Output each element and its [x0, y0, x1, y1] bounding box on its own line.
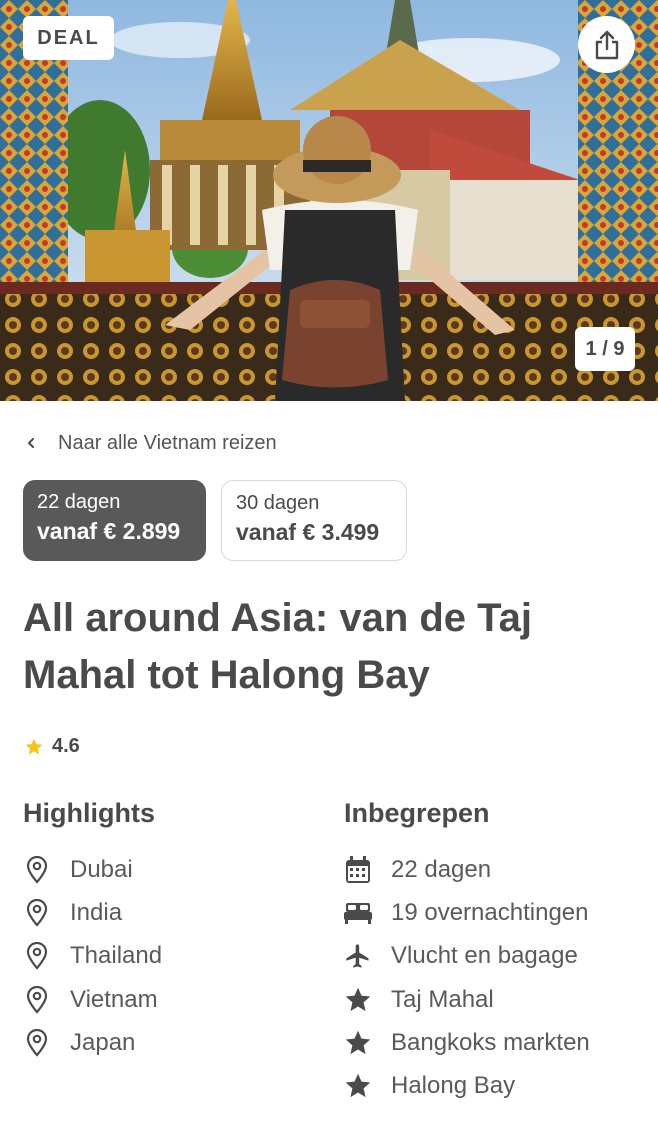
included-label: Taj Mahal [391, 985, 494, 1013]
back-link-label: Naar alle Vietnam reizen [58, 431, 277, 454]
share-icon [595, 30, 618, 59]
duration-option-22[interactable]: 22 dagen vanaf € 2.899 [23, 480, 206, 561]
included-label: Bangkoks markten [391, 1028, 590, 1056]
list-item: Vietnam [23, 978, 323, 1021]
location-pin-icon [23, 985, 51, 1014]
option-days: 30 dagen [236, 492, 320, 514]
included-label: Halong Bay [391, 1072, 516, 1100]
rating-value: 4.6 [52, 735, 80, 757]
list-item: Thailand [23, 935, 323, 978]
page-title: All around Asia: van de Taj Mahal tot Ha… [23, 596, 532, 697]
hero-image[interactable]: DEAL 1 / 9 [0, 0, 658, 401]
list-item: India [23, 891, 323, 934]
option-price: vanaf € 3.499 [236, 519, 380, 545]
location-pin-icon [23, 942, 51, 970]
location-pin-icon [23, 1028, 51, 1057]
highlights-section: Highlights Dubai India Thailand Vietnam … [23, 795, 323, 1064]
highlight-label: India [70, 898, 123, 926]
list-item: Halong Bay [344, 1064, 644, 1107]
chevron-left-icon [28, 438, 34, 448]
highlights-heading: Highlights [23, 798, 155, 828]
list-item: Japan [23, 1021, 323, 1064]
list-item: 22 dagen [344, 848, 644, 891]
included-label: 19 overnachtingen [391, 898, 589, 926]
duration-option-30[interactable]: 30 dagen vanaf € 3.499 [221, 480, 407, 561]
star-icon [344, 986, 372, 1014]
option-days: 22 dagen [37, 491, 121, 513]
option-price: vanaf € 2.899 [37, 518, 181, 544]
airplane-icon [344, 942, 372, 970]
rating: 4.6 [24, 735, 80, 758]
calendar-icon [344, 855, 372, 884]
share-button[interactable] [578, 16, 635, 73]
included-label: 22 dagen [391, 855, 492, 883]
included-section: Inbegrepen 22 dagen 19 overnachtingen Vl… [344, 795, 644, 1108]
highlight-label: Dubai [70, 855, 133, 883]
back-link[interactable]: Naar alle Vietnam reizen [24, 428, 277, 458]
list-item: Taj Mahal [344, 978, 644, 1021]
included-label: Vlucht en bagage [391, 942, 578, 970]
star-icon [25, 738, 43, 754]
deal-badge: DEAL [23, 16, 114, 60]
location-pin-icon [23, 855, 51, 884]
temple-photo [0, 0, 658, 401]
star-icon [344, 1029, 372, 1057]
list-item: Vlucht en bagage [344, 935, 644, 978]
included-heading: Inbegrepen [344, 798, 490, 828]
list-item: Dubai [23, 848, 323, 891]
bed-icon [344, 899, 372, 927]
highlight-label: Thailand [70, 942, 163, 970]
location-pin-icon [23, 898, 51, 927]
image-counter: 1 / 9 [575, 327, 635, 371]
star-icon [344, 1072, 372, 1100]
list-item: 19 overnachtingen [344, 891, 644, 934]
highlight-label: Vietnam [70, 985, 158, 1013]
list-item: Bangkoks markten [344, 1021, 644, 1064]
highlight-label: Japan [70, 1028, 136, 1056]
